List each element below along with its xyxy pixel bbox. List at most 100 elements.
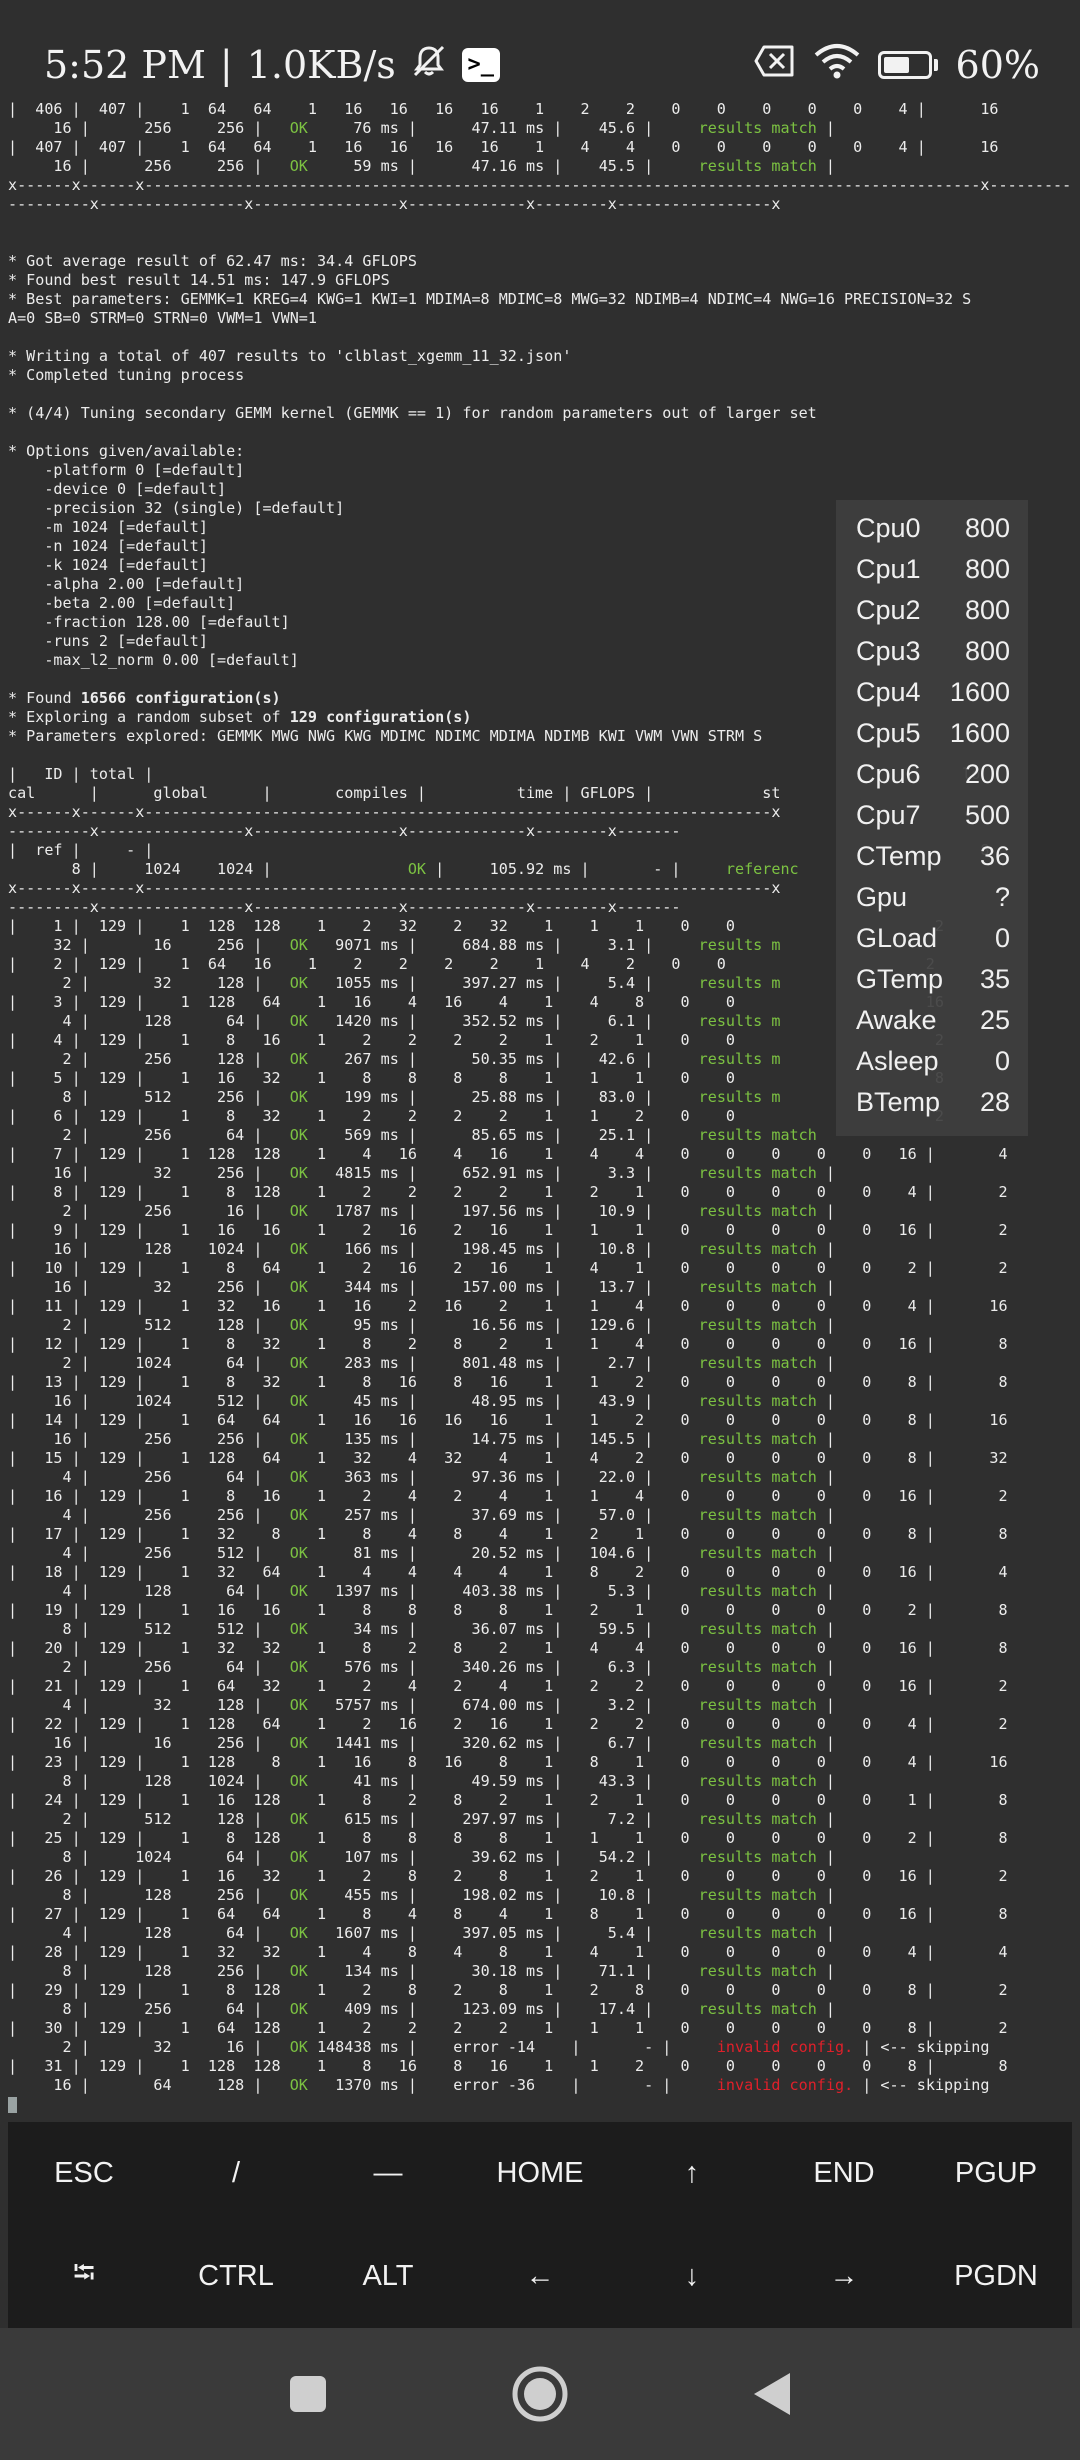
monitor-row-cpu1: Cpu1 800: [856, 549, 1010, 590]
status-ok-text: OK: [289, 1278, 308, 1296]
status-ok-text: results match: [698, 1392, 817, 1410]
terminal-text: | 3 | 129 | 1 128 64 1 16 4 16 4 1 4 8 0…: [8, 993, 944, 1011]
terminal-line: -device 0 [=default]: [8, 480, 1080, 499]
status-ok-text: results m: [698, 1088, 781, 1106]
home-icon: [512, 2366, 568, 2422]
terminal-line: 2 | 512 128 | OK 615 ms | 297.97 ms | 7.…: [8, 1810, 1080, 1829]
terminal-text: cal | global | compiles | time | GFLOPS …: [8, 784, 781, 802]
terminal-text: | 30 | 129 | 1 64 128 1 2 2 2 2 1 1 1 0 …: [8, 2019, 1008, 2037]
end-key[interactable]: END: [768, 2122, 920, 2225]
terminal-text: | 407 | 407 | 1 64 64 1 16 16 16 16 1 4 …: [8, 138, 999, 156]
terminal-line: | 20 | 129 | 1 32 32 1 8 2 8 2 1 4 4 0 0…: [8, 1639, 1080, 1658]
terminal-text: * Options given/available:: [8, 442, 245, 460]
terminal-text: x------x------x-------------------------…: [8, 803, 781, 821]
monitor-label: Cpu3: [856, 636, 921, 666]
terminal-text: 2 | 1024 64 |: [8, 1354, 290, 1372]
up-arrow-key[interactable]: ↑: [616, 2122, 768, 2225]
terminal-line: 16 | 32 256 | OK 344 ms | 157.00 ms | 13…: [8, 1278, 1080, 1297]
esc-key[interactable]: ESC: [8, 2122, 160, 2225]
dash-key[interactable]: —: [312, 2122, 464, 2225]
terminal-text: | 21 | 129 | 1 64 32 1 2 4 2 4 1 2 2 0 0…: [8, 1677, 1008, 1695]
right-arrow-key[interactable]: →: [768, 2225, 920, 2328]
status-ok-text: OK: [289, 1544, 308, 1562]
back-button[interactable]: [737, 2359, 807, 2429]
terminal-text: 267 ms | 50.35 ms | 42.6 |: [307, 1050, 699, 1068]
terminal-text: 5757 ms | 674.00 ms | 3.2 |: [307, 1696, 699, 1714]
monitor-value: 1600: [949, 718, 1010, 748]
terminal-line: | 21 | 129 | 1 64 32 1 2 4 2 4 1 2 2 0 0…: [8, 1677, 1080, 1696]
monitor-value: 25: [979, 1005, 1010, 1035]
alt-key[interactable]: ALT: [312, 2225, 464, 2328]
terminal-text: 2 | 32 128 |: [8, 974, 290, 992]
status-ok-text: OK: [289, 1468, 308, 1486]
recents-button[interactable]: [273, 2359, 343, 2429]
terminal-line: | 23 | 129 | 1 128 8 1 16 8 16 8 1 8 1 0…: [8, 1753, 1080, 1772]
terminal-text: | 9 | 129 | 1 16 16 1 2 16 2 16 1 1 1 0 …: [8, 1221, 1008, 1239]
terminal-text: A=0 SB=0 STRM=0 STRN=0 VWM=1 VWN=1: [8, 309, 317, 327]
status-ok-text: OK: [289, 1886, 308, 1904]
status-ok-text: OK: [289, 1430, 308, 1448]
terminal-text: -fraction 128.00 [=default]: [8, 613, 290, 631]
terminal-text: ---------x----------------x-------------…: [8, 195, 781, 213]
home-button[interactable]: [505, 2359, 575, 2429]
battery-body: [877, 51, 932, 79]
status-left: 5:52 PM | 1.0KB/s >_: [44, 42, 500, 89]
terminal-line: -platform 0 [=default]: [8, 461, 1080, 480]
terminal-text: 8 | 1024 64 |: [8, 1848, 290, 1866]
terminal-line: 4 | 256 256 | OK 257 ms | 37.69 ms | 57.…: [8, 1506, 1080, 1525]
system-monitor-overlay: Cpu0 800 Cpu1 800 Cpu2 800 Cpu3 800 Cpu4 1600 Cpu5…: [836, 500, 1028, 1136]
terminal-text: 4 | 256 256 |: [8, 1506, 290, 1524]
terminal-text: 4 | 256 64 |: [8, 1468, 290, 1486]
terminal-text: 16 | 256 256 |: [8, 119, 290, 137]
slash-key[interactable]: /: [160, 2122, 312, 2225]
tab-key[interactable]: ⭾: [8, 2225, 160, 2328]
home-key[interactable]: HOME: [464, 2122, 616, 2225]
terminal-line: | 14 | 129 | 1 64 64 1 16 16 16 16 1 1 2…: [8, 1411, 1080, 1430]
page-down-key[interactable]: PGDN: [920, 2225, 1072, 2328]
monitor-label: Cpu6: [856, 759, 921, 789]
status-ok-text: OK: [289, 1126, 308, 1144]
monitor-label: Cpu1: [856, 554, 921, 584]
terminal-text: |: [816, 1240, 835, 1258]
left-arrow-key[interactable]: ←: [464, 2225, 616, 2328]
terminal-text: 8 | 128 256 |: [8, 1886, 290, 1904]
status-ok-text: results match: [698, 119, 817, 137]
terminal-text: 2 | 256 128 |: [8, 1050, 290, 1068]
terminal-line: 2 | 512 128 | OK 95 ms | 16.56 ms | 129.…: [8, 1316, 1080, 1335]
terminal-text: | 27 | 129 | 1 64 64 1 8 4 8 4 1 8 1 0 0…: [8, 1905, 1008, 1923]
status-ok-text: OK: [289, 1088, 308, 1106]
terminal-text: | 29 | 129 | 1 8 128 1 2 8 2 8 1 2 8 0 0…: [8, 1981, 1008, 1999]
monitor-row-awake: Awake 25: [856, 1000, 1010, 1041]
terminal-text: 4 | 128 64 |: [8, 1012, 290, 1030]
terminal-text: * Parameters explored: GEMMK MWG NWG KWG…: [8, 727, 763, 745]
terminal-text: 2 | 256 64 |: [8, 1126, 290, 1144]
terminal-line: | 18 | 129 | 1 32 64 1 4 4 4 4 1 8 2 0 0…: [8, 1563, 1080, 1582]
terminal-line: | 17 | 129 | 1 32 8 1 8 4 8 4 1 2 1 0 0 …: [8, 1525, 1080, 1544]
terminal-text: -max_l2_norm 0.00 [=default]: [8, 651, 299, 669]
down-arrow-key[interactable]: ↓: [616, 2225, 768, 2328]
terminal-text: |: [816, 1544, 835, 1562]
terminal-text: 8 | 128 1024 |: [8, 1772, 290, 1790]
terminal-text: 45 ms | 48.95 ms | 43.9 |: [307, 1392, 699, 1410]
monitor-value: 36: [979, 841, 1010, 871]
terminal-line: A=0 SB=0 STRM=0 STRN=0 VWM=1 VWN=1: [8, 309, 1080, 328]
back-icon: [754, 2373, 790, 2415]
status-ok-text: OK: [289, 2000, 308, 2018]
battery-tip: [933, 59, 938, 71]
terminal-text: 1787 ms | 197.56 ms | 10.9 |: [307, 1202, 699, 1220]
status-ok-text: results match: [698, 1772, 817, 1790]
terminal-text: -device 0 [=default]: [8, 480, 227, 498]
terminal-text: -k 1024 [=default]: [8, 556, 208, 574]
page-up-key[interactable]: PGUP: [920, 2122, 1072, 2225]
terminal-text: |: [816, 1316, 835, 1334]
ctrl-key[interactable]: CTRL: [160, 2225, 312, 2328]
terminal-text: | 22 | 129 | 1 128 64 1 2 16 2 16 1 2 2 …: [8, 1715, 1008, 1733]
terminal-text: 134 ms | 30.18 ms | 71.1 |: [307, 1962, 699, 1980]
monitor-label: Cpu0: [856, 513, 921, 543]
terminal-line: | 406 | 407 | 1 64 64 1 16 16 16 16 1 2 …: [8, 100, 1080, 119]
terminal-line: * (4/4) Tuning secondary GEMM kernel (GE…: [8, 404, 1080, 423]
status-ok-text: OK: [289, 1848, 308, 1866]
terminal-text: 576 ms | 340.26 ms | 6.3 |: [307, 1658, 699, 1676]
terminal-text: |: [816, 1164, 835, 1182]
